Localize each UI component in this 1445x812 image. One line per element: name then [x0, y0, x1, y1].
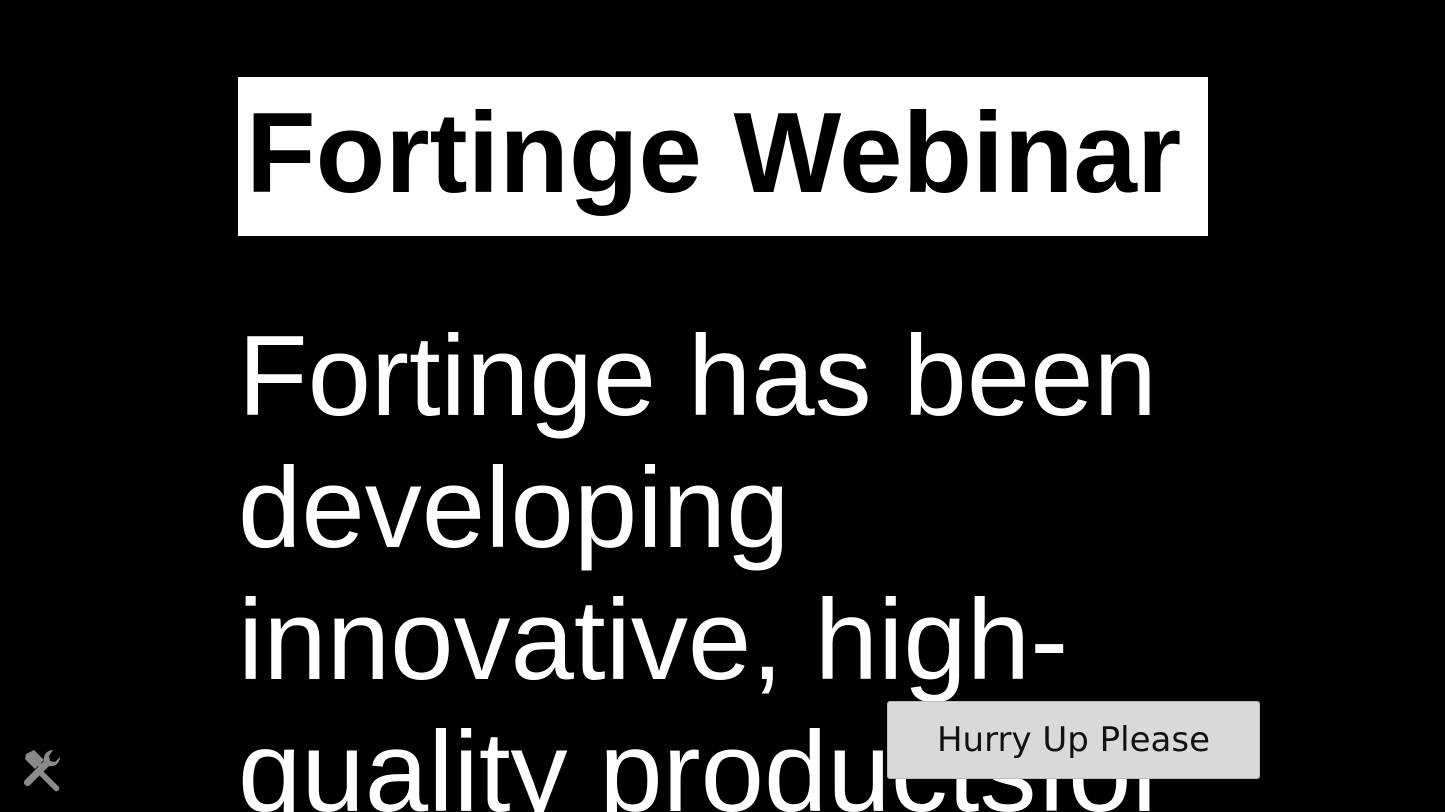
slide-title-box: Fortinge Webinar: [238, 77, 1208, 236]
hammer-wrench-icon: [23, 749, 61, 792]
presentation-stage: Fortinge Webinar Fortinge has been devel…: [0, 0, 1445, 812]
slide-title: Fortinge Webinar: [246, 90, 1182, 217]
tools-icon[interactable]: [20, 746, 66, 792]
hurry-up-button[interactable]: Hurry Up Please: [887, 701, 1260, 779]
